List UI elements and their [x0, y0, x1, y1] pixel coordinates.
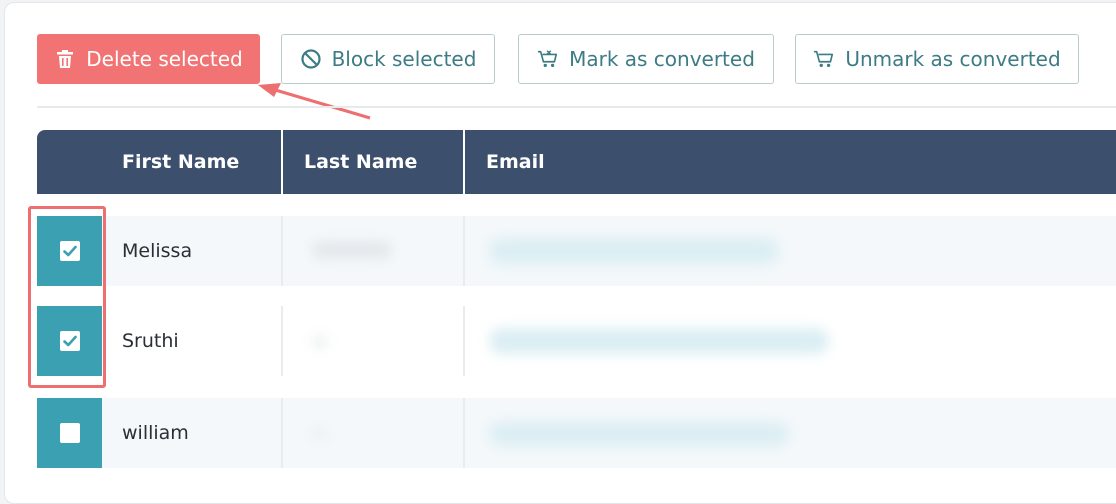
- column-divider: [281, 130, 283, 194]
- table-row[interactable]: Melissa: [37, 216, 1116, 286]
- table-header: First Name Last Name Email: [37, 130, 1116, 194]
- cell-divider: [463, 398, 465, 468]
- row-checkbox-cell[interactable]: [37, 398, 102, 468]
- table-row[interactable]: william: [37, 398, 1116, 468]
- toolbar-divider: [37, 106, 1116, 108]
- column-divider: [463, 130, 465, 194]
- cell-divider: [463, 306, 465, 376]
- email-redacted: [489, 422, 789, 446]
- column-header-last-name[interactable]: Last Name: [304, 130, 417, 194]
- table-row[interactable]: Sruthi: [37, 306, 1116, 376]
- email-redacted: [489, 328, 829, 354]
- selection-highlight-annotation: [28, 206, 106, 388]
- row-checkbox[interactable]: [59, 423, 80, 443]
- cell-divider: [281, 216, 283, 286]
- first-name-cell: Melissa: [122, 240, 193, 262]
- cell-divider: [463, 216, 465, 286]
- first-name-cell: Sruthi: [122, 330, 179, 352]
- last-name-redacted: [312, 336, 328, 348]
- email-redacted: [489, 238, 779, 264]
- last-name-redacted: [312, 242, 392, 258]
- cell-divider: [281, 398, 283, 468]
- first-name-cell: william: [122, 422, 189, 444]
- column-header-email[interactable]: Email: [486, 130, 545, 194]
- column-header-first-name[interactable]: First Name: [122, 130, 239, 194]
- last-name-redacted: [312, 428, 326, 440]
- cell-divider: [281, 306, 283, 376]
